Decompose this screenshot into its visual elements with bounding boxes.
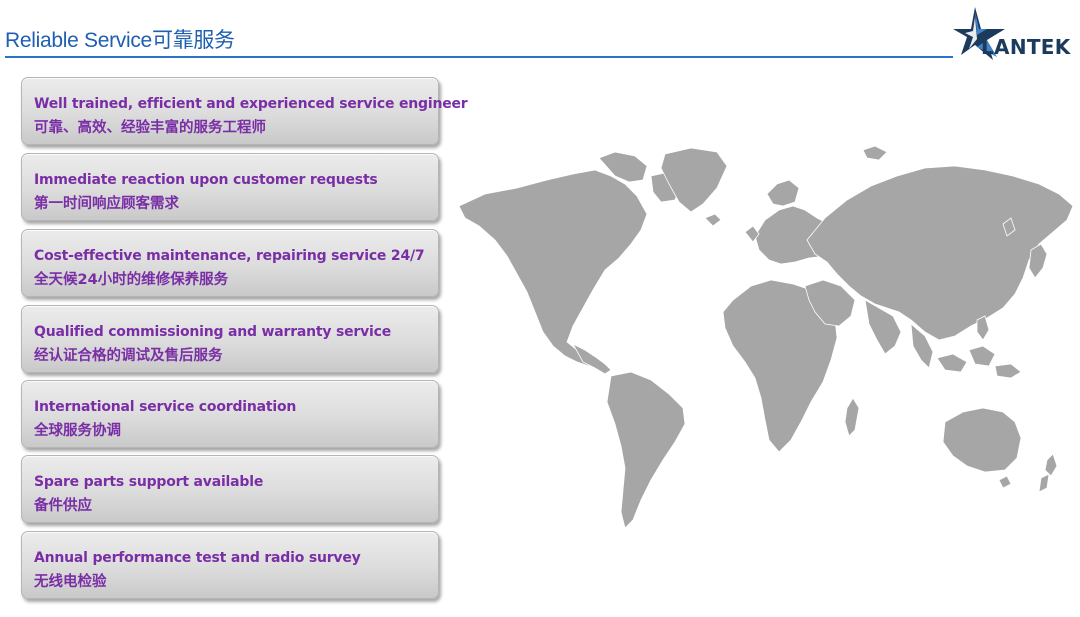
service-title-en: Annual performance test and radio survey	[34, 550, 361, 566]
title-divider	[5, 56, 953, 58]
service-title-en: Cost-effective maintenance, repairing se…	[34, 248, 425, 264]
page-title: Reliable Service可靠服务	[5, 29, 235, 52]
service-title-zh: 全天候24小时的维修保养服务	[34, 272, 229, 288]
world-map-image	[458, 145, 1074, 529]
service-card-reaction: Immediate reaction upon customer request…	[21, 153, 439, 221]
service-card-annual-test: Annual performance test and radio survey…	[21, 531, 439, 599]
service-title-en: Immediate reaction upon customer request…	[34, 172, 378, 188]
logo-text: LANTEK	[981, 35, 1071, 59]
service-title-en: Well trained, efficient and experienced …	[34, 96, 468, 112]
service-title-zh: 无线电检验	[34, 574, 107, 590]
service-title-zh: 经认证合格的调试及售后服务	[34, 348, 223, 364]
service-card-commissioning: Qualified commissioning and warranty ser…	[21, 305, 439, 373]
service-card-coordination: International service coordination 全球服务协…	[21, 380, 439, 448]
service-title-zh: 第一时间响应顾客需求	[34, 196, 179, 212]
service-title-en: International service coordination	[34, 399, 297, 415]
service-card-spare-parts: Spare parts support available 备件供应	[21, 455, 439, 523]
service-title-en: Spare parts support available	[34, 474, 264, 490]
service-title-zh: 可靠、高效、经验丰富的服务工程师	[34, 120, 266, 136]
service-title-en: Qualified commissioning and warranty ser…	[34, 324, 392, 340]
lantek-logo: LANTEK	[953, 5, 1078, 61]
service-card-engineer: Well trained, efficient and experienced …	[21, 77, 468, 145]
service-title-zh: 备件供应	[34, 498, 92, 514]
service-card-maintenance: Cost-effective maintenance, repairing se…	[21, 229, 439, 297]
service-title-zh: 全球服务协调	[34, 423, 121, 439]
